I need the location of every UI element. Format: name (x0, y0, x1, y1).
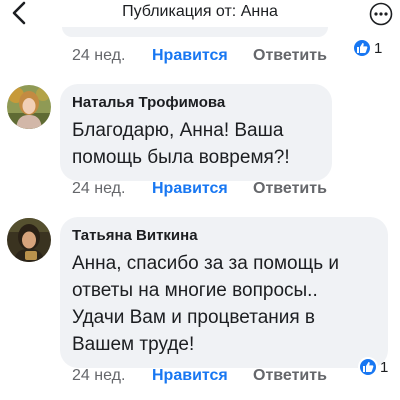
page-title: Публикация от: Анна (122, 3, 278, 20)
reply-button[interactable]: Ответить (253, 180, 327, 198)
like-icon (352, 38, 372, 58)
reaction-summary[interactable]: 1 (358, 356, 388, 378)
user-photo-icon (7, 85, 51, 129)
previous-comment-bubble (62, 27, 328, 37)
comment-actions: 24 нед. Нравится Ответить (72, 177, 327, 201)
comment-text-line: Благодарю, Анна! Ваша (72, 120, 284, 141)
comment-text-line: помощь была вовремя?! (72, 147, 290, 168)
user-photo-icon (7, 218, 51, 262)
comment-text-line: Вашем труде! (72, 334, 195, 355)
comment-author[interactable]: Наталья Трофимова (72, 93, 318, 113)
top-bar: Публикация от: Анна (0, 0, 400, 27)
comment-text: Анна, спасибо за за помощь и ответы на м… (72, 250, 374, 358)
comment-bubble: Татьяна Виткина Анна, спасибо за за помо… (60, 217, 388, 368)
comment-text-line: Удачи Вам и процветания в (72, 307, 316, 328)
comment-actions: 24 нед. Нравится Ответить (72, 44, 327, 68)
reply-button[interactable]: Ответить (253, 47, 327, 65)
like-button[interactable]: Нравится (152, 367, 253, 385)
comment-actions: 24 нед. Нравится Ответить (72, 364, 327, 388)
avatar[interactable] (7, 85, 51, 129)
like-button[interactable]: Нравится (152, 47, 253, 65)
like-button[interactable]: Нравится (152, 180, 253, 198)
comment-text-line: Анна, спасибо за за помощь и (72, 253, 340, 274)
like-icon (358, 357, 378, 377)
comment-bubble: Наталья Трофимова Благодарю, Анна! Ваша … (60, 84, 332, 181)
comment-text: Благодарю, Анна! Ваша помощь была воврем… (72, 117, 318, 171)
comment-time: 24 нед. (72, 367, 126, 384)
comment-time: 24 нед. (72, 180, 126, 197)
reply-button[interactable]: Ответить (253, 367, 327, 385)
comment-time: 24 нед. (72, 47, 126, 64)
avatar[interactable] (7, 218, 51, 262)
more-button[interactable] (366, 2, 396, 26)
comment-author[interactable]: Татьяна Виткина (72, 226, 374, 246)
more-icon (369, 2, 393, 26)
comment-text-line: ответы на многие вопросы.. (72, 280, 318, 301)
reaction-summary[interactable]: 1 (352, 37, 382, 59)
reaction-count: 1 (380, 358, 389, 376)
reaction-count: 1 (374, 39, 383, 57)
